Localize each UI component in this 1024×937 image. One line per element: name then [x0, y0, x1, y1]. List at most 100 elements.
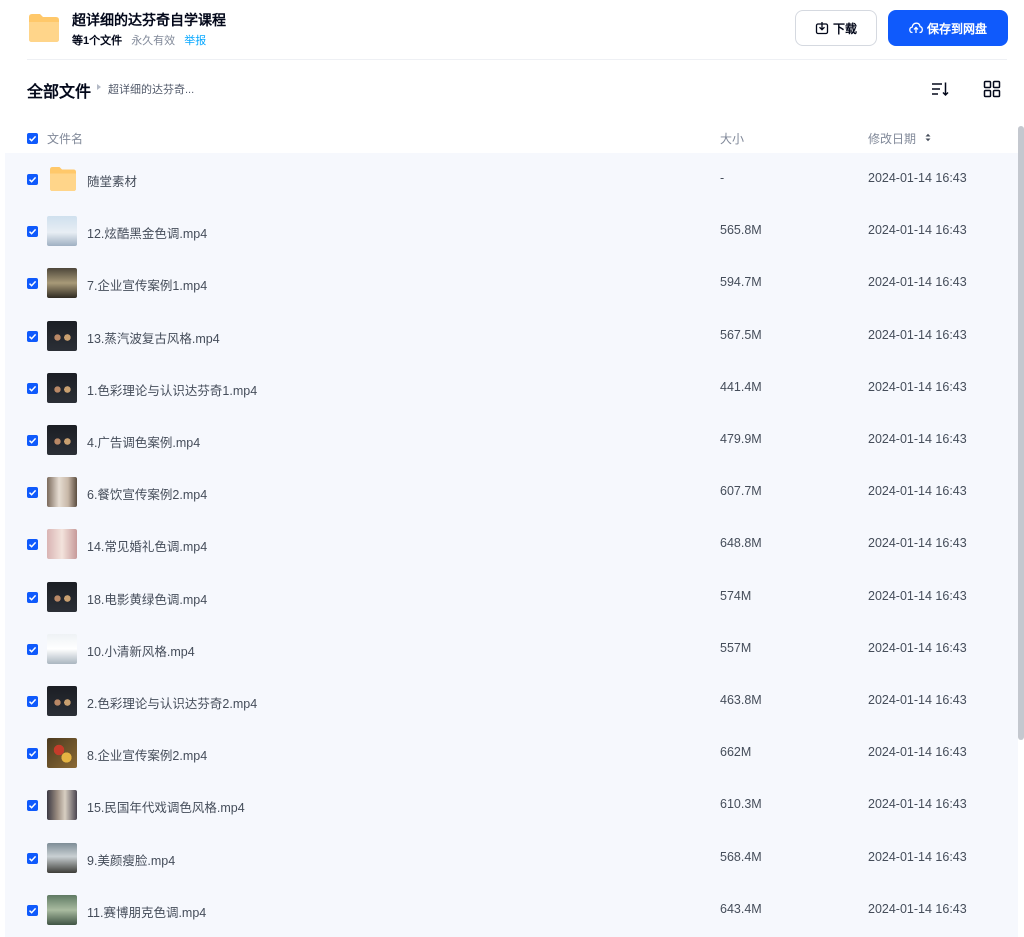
row-checkbox[interactable] [27, 643, 38, 655]
file-row[interactable]: 2.色彩理论与认识达芬奇2.mp4 463.8M 2024-01-14 16:43 [5, 675, 1018, 727]
file-name[interactable]: 随堂素材 [87, 171, 137, 190]
checkbox-checked-icon [28, 803, 37, 810]
file-date: 2024-01-14 16:43 [868, 640, 967, 655]
file-date: 2024-01-14 16:43 [868, 327, 967, 342]
file-row[interactable]: 随堂素材 - 2024-01-14 16:43 [5, 153, 1018, 205]
file-name[interactable]: 7.企业宣传案例1.mp4 [87, 275, 207, 294]
file-list: 随堂素材 - 2024-01-14 16:43 12.炫酷黑金色调.mp4 565.8M… [5, 153, 1018, 937]
row-checkbox[interactable] [27, 591, 38, 603]
report-link[interactable]: 举报 [184, 35, 206, 47]
file-size: 565.8M [720, 223, 762, 238]
checkbox-checked-icon [28, 437, 37, 444]
breadcrumb-root[interactable]: 全部文件 [27, 78, 91, 102]
file-date: 2024-01-14 16:43 [868, 484, 967, 499]
file-date: 2024-01-14 16:43 [868, 745, 967, 760]
scrollbar-thumb[interactable] [1018, 126, 1024, 740]
file-date: 2024-01-14 16:43 [868, 536, 967, 551]
file-row[interactable]: 9.美颜瘦脸.mp4 568.4M 2024-01-14 16:43 [5, 832, 1018, 884]
row-checkbox[interactable] [27, 278, 38, 290]
video-thumbnail [47, 842, 77, 873]
file-size: 643.4M [720, 901, 762, 916]
checkbox-checked-icon [28, 385, 37, 392]
file-name[interactable]: 11.赛博朋克色调.mp4 [87, 902, 206, 921]
share-title: 超详细的达芬奇自学课程 [72, 12, 226, 28]
file-name[interactable]: 15.民国年代戏调色风格.mp4 [87, 797, 245, 816]
checkbox-checked-icon [28, 698, 37, 705]
file-row[interactable]: 8.企业宣传案例2.mp4 662M 2024-01-14 16:43 [5, 727, 1018, 779]
file-name[interactable]: 4.广告调色案例.mp4 [87, 432, 200, 451]
file-row[interactable]: 10.小清新风格.mp4 557M 2024-01-14 16:43 [5, 623, 1018, 675]
save-button-label: 保存到网盘 [926, 21, 987, 36]
video-thumbnail [47, 529, 77, 560]
file-row[interactable]: 1.色彩理论与认识达芬奇1.mp4 441.4M 2024-01-14 16:43 [5, 362, 1018, 414]
file-row[interactable]: 4.广告调色案例.mp4 479.9M 2024-01-14 16:43 [5, 414, 1018, 466]
video-thumbnail [47, 372, 77, 403]
file-size: 479.9M [720, 432, 762, 446]
row-checkbox[interactable] [27, 800, 38, 812]
row-checkbox[interactable] [27, 174, 38, 185]
file-size: 594.7M [720, 275, 762, 290]
file-date: 2024-01-14 16:43 [868, 432, 967, 446]
file-row[interactable]: 13.蒸汽波复古风格.mp4 567.5M 2024-01-14 16:43 [5, 310, 1018, 362]
row-checkbox[interactable] [27, 330, 38, 342]
sort-arrow-icon[interactable] [925, 133, 931, 142]
validity-text: 永久有效 [131, 35, 176, 47]
checkbox-checked-icon [28, 333, 37, 340]
file-row[interactable]: 15.民国年代戏调色风格.mp4 610.3M 2024-01-14 16:43 [5, 779, 1018, 831]
file-size: 610.3M [720, 797, 762, 812]
video-thumbnail [47, 268, 77, 299]
file-row[interactable]: 6.餐饮宣传案例2.mp4 607.7M 2024-01-14 16:43 [5, 466, 1018, 518]
video-thumbnail [47, 790, 77, 821]
checkbox-checked-icon [28, 176, 37, 183]
file-name[interactable]: 14.常见婚礼色调.mp4 [87, 536, 207, 555]
file-size: 607.7M [720, 484, 762, 499]
select-all-checkbox[interactable] [27, 133, 38, 144]
column-header-date[interactable]: 修改日期 [868, 130, 916, 147]
file-row[interactable]: 11.赛博朋克色调.mp4 643.4M 2024-01-14 16:43 [5, 884, 1018, 936]
row-checkbox[interactable] [27, 852, 38, 864]
checkbox-checked-icon [28, 594, 37, 601]
row-checkbox[interactable] [27, 435, 38, 446]
header-divider [27, 59, 1007, 60]
cloud-upload-icon [909, 22, 923, 34]
file-name[interactable]: 2.色彩理论与认识达芬奇2.mp4 [87, 693, 257, 712]
file-date: 2024-01-14 16:43 [868, 797, 967, 812]
file-name[interactable]: 10.小清新风格.mp4 [87, 641, 195, 660]
video-thumbnail [47, 477, 77, 508]
file-name[interactable]: 1.色彩理论与认识达芬奇1.mp4 [87, 380, 257, 399]
row-checkbox[interactable] [27, 904, 38, 916]
checkbox-checked-icon [28, 490, 37, 496]
file-count: 等1个文件 [72, 35, 123, 47]
save-to-cloud-button[interactable]: 保存到网盘 [888, 10, 1008, 46]
checkbox-checked-icon [28, 751, 37, 757]
video-thumbnail [47, 216, 77, 247]
row-checkbox[interactable] [27, 382, 38, 394]
checkbox-checked-icon [28, 135, 37, 142]
file-size: 441.4M [720, 379, 762, 394]
row-checkbox[interactable] [27, 487, 38, 499]
video-thumbnail [47, 633, 77, 664]
file-name[interactable]: 6.餐饮宣传案例2.mp4 [87, 484, 207, 503]
file-date: 2024-01-14 16:43 [868, 693, 967, 707]
file-name[interactable]: 18.电影黄绿色调.mp4 [87, 589, 207, 608]
download-button[interactable]: 下载 [795, 10, 877, 46]
row-checkbox[interactable] [27, 539, 38, 551]
row-checkbox[interactable] [27, 226, 38, 238]
file-date: 2024-01-14 16:43 [868, 901, 967, 916]
video-thumbnail [47, 581, 77, 612]
sort-icon[interactable] [930, 79, 950, 99]
grid-view-icon[interactable] [982, 79, 1002, 99]
file-name[interactable]: 9.美颜瘦脸.mp4 [87, 850, 175, 869]
share-meta: 等1个文件 永久有效 举报 [72, 32, 206, 48]
row-checkbox[interactable] [27, 696, 38, 707]
video-thumbnail [47, 894, 77, 925]
file-size: 567.5M [720, 327, 762, 342]
file-row[interactable]: 7.企业宣传案例1.mp4 594.7M 2024-01-14 16:43 [5, 257, 1018, 309]
file-row[interactable]: 18.电影黄绿色调.mp4 574M 2024-01-14 16:43 [5, 571, 1018, 623]
file-row[interactable]: 14.常见婚礼色调.mp4 648.8M 2024-01-14 16:43 [5, 518, 1018, 570]
file-name[interactable]: 8.企业宣传案例2.mp4 [87, 745, 207, 764]
file-name[interactable]: 13.蒸汽波复古风格.mp4 [87, 328, 220, 347]
row-checkbox[interactable] [27, 748, 38, 760]
file-row[interactable]: 12.炫酷黑金色调.mp4 565.8M 2024-01-14 16:43 [5, 205, 1018, 257]
file-name[interactable]: 12.炫酷黑金色调.mp4 [87, 223, 207, 242]
